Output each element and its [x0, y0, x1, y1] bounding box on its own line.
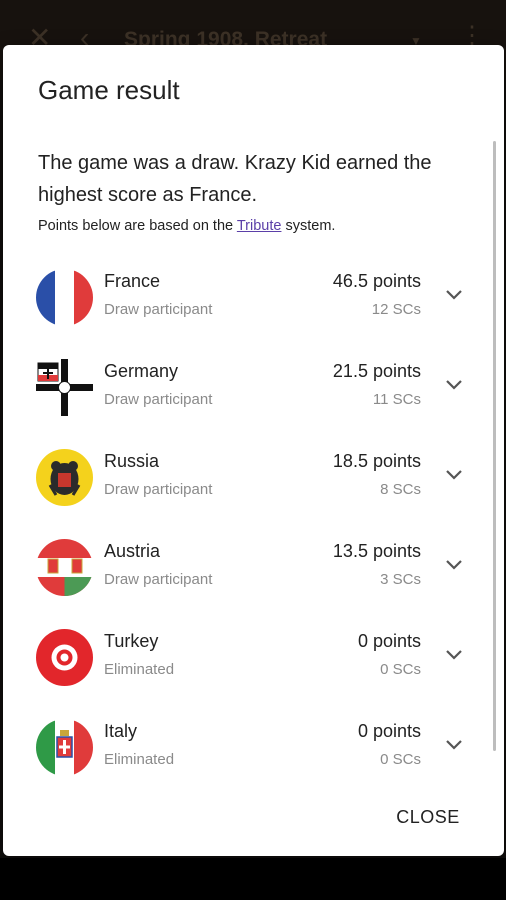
close-button[interactable]: CLOSE: [373, 797, 483, 837]
list-item[interactable]: France Draw participant 46.5 points 12 S…: [3, 263, 504, 353]
sc-count: 3 SCs: [380, 571, 421, 588]
sc-count: 12 SCs: [371, 301, 421, 318]
scoring-note: Points below are based on the Tribute sy…: [38, 218, 335, 234]
points-value: 46.5 points: [332, 271, 421, 291]
list-item[interactable]: Italy Eliminated 0 points 0 SCs: [3, 713, 504, 803]
germany-flag-icon: [36, 359, 93, 416]
points-value: 18.5 points: [332, 451, 421, 471]
list-item[interactable]: Turkey Eliminated 0 points 0 SCs: [3, 623, 504, 713]
points-value: 21.5 points: [332, 361, 421, 381]
country-status: Draw participant: [104, 571, 213, 588]
points-value: 0 points: [357, 721, 421, 741]
list-item[interactable]: Germany Draw participant 21.5 points 11 …: [3, 353, 504, 443]
country-status: Eliminated: [104, 661, 175, 678]
turkey-flag-icon: [36, 629, 93, 686]
country-name: Italy: [104, 721, 138, 741]
list-item[interactable]: Russia Draw participant 18.5 points 8 SC…: [3, 443, 504, 533]
sc-count: 0 SCs: [380, 751, 421, 768]
austria-flag-icon: [36, 539, 93, 596]
chevron-down-icon[interactable]: [443, 733, 465, 755]
list-item[interactable]: Austria Draw participant 13.5 points 3 S…: [3, 533, 504, 623]
country-name: Germany: [104, 361, 179, 381]
dialog-title: Game result: [38, 75, 180, 105]
sc-count: 8 SCs: [380, 481, 421, 498]
country-name: France: [104, 271, 161, 291]
chevron-down-icon[interactable]: [443, 553, 465, 575]
country-status: Draw participant: [104, 391, 213, 408]
scrollbar[interactable]: [493, 141, 496, 751]
result-summary: The game was a draw. Krazy Kid earned th…: [38, 152, 432, 206]
italy-flag-icon: [36, 719, 93, 776]
scoring-note-prefix: Points below are based on the: [38, 218, 237, 234]
country-status: Eliminated: [104, 751, 175, 768]
points-value: 13.5 points: [332, 541, 421, 561]
tribute-link[interactable]: Tribute: [237, 218, 282, 234]
chevron-down-icon[interactable]: [443, 643, 465, 665]
bottom-bar: [0, 858, 506, 900]
country-status: Draw participant: [104, 301, 213, 318]
chevron-down-icon[interactable]: [443, 283, 465, 305]
country-name: Austria: [104, 541, 161, 561]
chevron-down-icon[interactable]: [443, 463, 465, 485]
russia-flag-icon: [36, 449, 93, 506]
country-name: Russia: [104, 451, 160, 471]
dialog-content[interactable]: The game was a draw. Krazy Kid earned th…: [3, 141, 504, 781]
scoring-note-suffix: system.: [281, 218, 336, 234]
country-name: Turkey: [104, 631, 159, 651]
game-result-dialog: Game result The game was a draw. Krazy K…: [3, 45, 504, 856]
sc-count: 0 SCs: [380, 661, 421, 678]
points-value: 0 points: [357, 631, 421, 651]
sc-count: 11 SCs: [372, 391, 421, 408]
chevron-down-icon[interactable]: [443, 373, 465, 395]
france-flag-icon: [36, 269, 93, 326]
country-status: Draw participant: [104, 481, 213, 498]
